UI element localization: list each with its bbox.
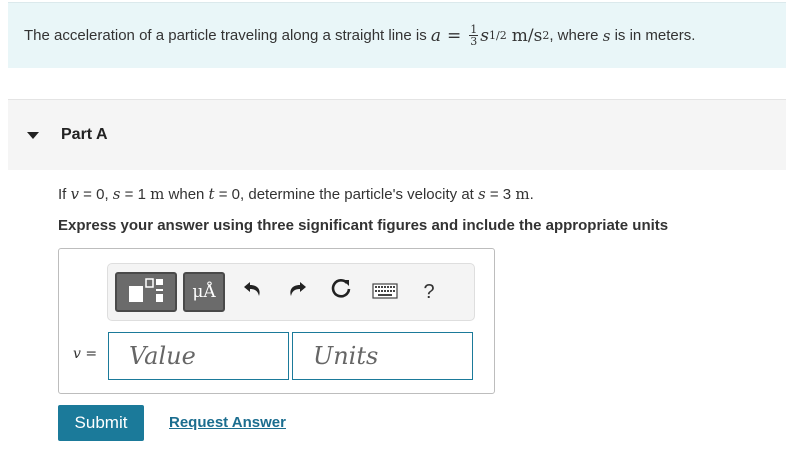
value-input[interactable] [108, 332, 289, 380]
question-text: If v = 0, s = 1 m when t = 0, determine … [58, 185, 534, 203]
keyboard-icon [372, 279, 398, 305]
eq-units: m/s [511, 25, 543, 46]
instruction-text: Express your answer using three signific… [58, 217, 669, 234]
q-text-5: = 0, determine the particle's velocity a… [218, 186, 474, 203]
units-icon: μÅ [192, 282, 216, 302]
eq-var-s: s [480, 25, 490, 46]
q-text-1: If [58, 186, 67, 203]
frac-denominator: 3 [470, 35, 478, 48]
keyboard-button[interactable] [363, 272, 407, 312]
q-text-3: = 1 [124, 186, 146, 203]
eq-fraction: 1 3 [469, 24, 479, 48]
answer-variable-label: v = [73, 346, 98, 362]
intro-suffix-b: is in meters. [614, 27, 696, 44]
suffix-var-s: s [602, 26, 611, 45]
part-title: Part A [61, 126, 108, 143]
intro-suffix-a: , where [549, 27, 599, 44]
q-text-7: . [529, 186, 534, 203]
help-button[interactable]: ? [407, 272, 451, 312]
reset-button[interactable] [319, 272, 363, 312]
undo-icon [242, 279, 264, 305]
eq-exponent: 1/2 [489, 29, 507, 42]
q-var-s2: s [478, 185, 486, 203]
q-text-2: = 0, [83, 186, 109, 203]
q-var-v: v [70, 185, 79, 203]
problem-statement: The acceleration of a particle traveling… [8, 2, 786, 68]
eq-var-a: a [430, 25, 442, 46]
submit-button[interactable]: Submit [58, 405, 144, 441]
caret-down-icon[interactable] [27, 131, 39, 139]
help-icon: ? [423, 280, 435, 303]
math-toolbar: μÅ ? [107, 263, 475, 321]
templates-icon [126, 276, 166, 309]
redo-icon [286, 279, 308, 305]
units-button[interactable]: μÅ [183, 272, 225, 312]
intro-prefix: The acceleration of a particle traveling… [24, 27, 427, 44]
q-var-t: t [208, 185, 215, 203]
redo-button[interactable] [275, 272, 319, 312]
eq-units-exp: 2 [542, 29, 550, 42]
q-text-6: = 3 [489, 186, 512, 203]
q-unit-m: m [150, 185, 165, 203]
answer-box: μÅ ? v = Value Units [58, 248, 495, 394]
units-input[interactable] [292, 332, 473, 380]
part-a-header[interactable]: Part A [8, 99, 786, 170]
q-unit-m2: m [515, 185, 530, 203]
undo-button[interactable] [231, 272, 275, 312]
reset-icon [330, 278, 352, 306]
q-var-s: s [112, 185, 121, 203]
q-text-4: when [168, 186, 205, 203]
eq-sign: = [447, 25, 462, 46]
templates-button[interactable] [115, 272, 177, 312]
request-answer-link[interactable]: Request Answer [169, 414, 286, 431]
